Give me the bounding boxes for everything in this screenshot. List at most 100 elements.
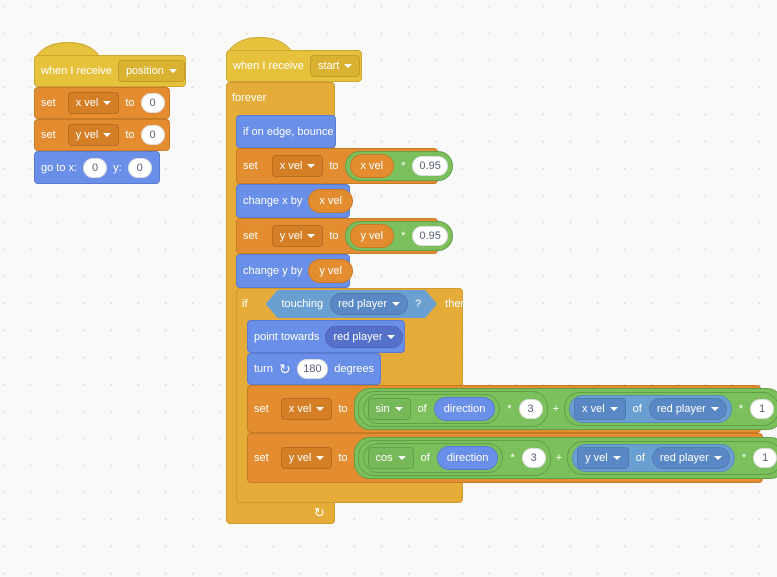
plus-label: + bbox=[552, 403, 560, 415]
sensing-of-reporter[interactable]: x vel of red player bbox=[569, 395, 732, 423]
sprite-dropdown[interactable]: red player bbox=[651, 447, 730, 469]
message-dropdown[interactable]: start bbox=[309, 55, 361, 77]
chevron-down-icon bbox=[713, 456, 722, 460]
touching-condition[interactable]: touching red player ? bbox=[266, 290, 438, 318]
multiply-operator[interactable]: y vel of red player * 1 bbox=[567, 441, 777, 475]
chevron-down-icon bbox=[710, 407, 719, 411]
question-mark: ? bbox=[415, 298, 422, 310]
y-label: y: bbox=[113, 161, 122, 174]
set-x-vel-block[interactable]: set x vel to sin of direction * 3 + x ve… bbox=[247, 385, 777, 433]
then-label: then bbox=[445, 298, 467, 310]
forever-label: forever bbox=[232, 92, 267, 104]
math-function-reporter[interactable]: sin of direction bbox=[362, 394, 501, 424]
add-operator[interactable]: sin of direction * 3 + x vel of red play… bbox=[353, 388, 777, 430]
op-label: * bbox=[738, 403, 744, 415]
change-y-by-block[interactable]: change y by y vel bbox=[236, 254, 353, 288]
chevron-down-icon bbox=[392, 302, 400, 306]
set-label: set bbox=[41, 97, 56, 109]
multiply-operator[interactable]: y vel * 0.95 bbox=[344, 221, 453, 251]
variable-dropdown[interactable]: x vel bbox=[67, 92, 120, 114]
change-x-label: change x by bbox=[243, 195, 303, 207]
go-to-xy-block[interactable]: go to x: 0 y: 0 bbox=[34, 151, 160, 184]
set-y-vel-block[interactable]: set y vel to cos of direction * 3 + y ve… bbox=[247, 433, 777, 483]
factor-input[interactable]: 1 bbox=[753, 448, 777, 468]
variable-value: y vel bbox=[75, 129, 99, 141]
to-label: to bbox=[329, 160, 339, 172]
loop-arrow-icon: ↻ bbox=[314, 505, 325, 520]
op-label: * bbox=[741, 452, 747, 464]
attribute-dropdown[interactable]: x vel bbox=[574, 398, 626, 420]
variable-value: x vel bbox=[288, 403, 312, 415]
to-label: to bbox=[338, 403, 348, 415]
function-value: cos bbox=[375, 452, 393, 464]
factor-input[interactable]: 0.95 bbox=[412, 226, 448, 246]
factor-input[interactable]: 3 bbox=[521, 448, 546, 468]
variable-dropdown[interactable]: y vel bbox=[67, 124, 120, 146]
set-x-vel-block[interactable]: set x vel to x vel * 0.95 bbox=[236, 148, 453, 184]
variable-dropdown[interactable]: x vel bbox=[280, 398, 333, 420]
math-function-reporter[interactable]: cos of direction bbox=[362, 443, 504, 473]
variable-dropdown[interactable]: y vel bbox=[271, 225, 324, 247]
y-input[interactable]: 0 bbox=[127, 157, 152, 178]
variable-value: y vel bbox=[279, 230, 303, 242]
multiply-operator[interactable]: x vel of red player * 1 bbox=[564, 392, 777, 426]
turn-right-block[interactable]: turn ↻ 180 degrees bbox=[247, 353, 381, 385]
set-y-vel-block[interactable]: set y vel to 0 bbox=[34, 119, 170, 151]
function-value: sin bbox=[375, 403, 390, 415]
touching-target-dropdown[interactable]: red player bbox=[330, 293, 408, 315]
to-label: to bbox=[125, 97, 135, 109]
op-label: * bbox=[510, 452, 515, 464]
y-vel-reporter[interactable]: y vel bbox=[349, 224, 395, 248]
factor-input[interactable]: 1 bbox=[750, 399, 775, 419]
multiply-operator[interactable]: x vel * 0.95 bbox=[344, 151, 453, 181]
of-label: of bbox=[632, 403, 642, 415]
when-i-receive-start-block[interactable]: when I receive start bbox=[226, 37, 362, 82]
set-label: set bbox=[41, 129, 56, 141]
turn-label: turn bbox=[254, 363, 273, 375]
y-vel-reporter[interactable]: y vel bbox=[308, 259, 353, 283]
set-x-vel-block[interactable]: set x vel to 0 bbox=[34, 87, 170, 119]
variable-dropdown[interactable]: x vel bbox=[271, 155, 324, 177]
variable-value: x vel bbox=[75, 97, 99, 109]
chevron-down-icon bbox=[394, 407, 403, 411]
point-target-dropdown[interactable]: red player bbox=[325, 325, 404, 348]
value-input[interactable]: 0 bbox=[140, 125, 165, 145]
change-y-label: change y by bbox=[243, 265, 303, 277]
variable-dropdown[interactable]: y vel bbox=[280, 447, 333, 469]
if-on-edge-bounce-block[interactable]: if on edge, bounce bbox=[236, 115, 336, 148]
bounce-label: if on edge, bounce bbox=[243, 125, 334, 138]
factor-input[interactable]: 0.95 bbox=[412, 156, 448, 176]
multiply-operator[interactable]: sin of direction * 3 bbox=[357, 391, 548, 427]
chevron-down-icon bbox=[307, 164, 316, 168]
function-dropdown[interactable]: cos bbox=[367, 447, 414, 469]
op-label: * bbox=[507, 403, 512, 415]
chevron-down-icon bbox=[609, 407, 618, 411]
chevron-down-icon bbox=[387, 334, 396, 339]
direction-reporter[interactable]: direction bbox=[436, 446, 499, 470]
point-towards-block[interactable]: point towards red player bbox=[247, 320, 405, 353]
factor-input[interactable]: 3 bbox=[518, 399, 543, 419]
touching-label: touching bbox=[281, 298, 324, 310]
change-x-by-block[interactable]: change x by x vel bbox=[236, 184, 353, 218]
x-vel-reporter[interactable]: x vel bbox=[308, 189, 353, 213]
degrees-input[interactable]: 180 bbox=[296, 359, 329, 379]
set-label: set bbox=[243, 230, 258, 242]
sensing-of-reporter[interactable]: y vel of red player bbox=[572, 444, 735, 472]
message-dropdown[interactable]: position bbox=[117, 60, 185, 82]
add-operator[interactable]: cos of direction * 3 + y vel of red play… bbox=[353, 437, 777, 479]
function-dropdown[interactable]: sin bbox=[367, 398, 411, 420]
sprite-dropdown[interactable]: red player bbox=[648, 398, 727, 420]
if-header: if touching red player ? then bbox=[236, 289, 473, 319]
x-input[interactable]: 0 bbox=[83, 157, 108, 178]
x-vel-reporter[interactable]: x vel bbox=[349, 154, 395, 178]
set-y-vel-block[interactable]: set y vel to y vel * 0.95 bbox=[236, 218, 453, 254]
attribute-dropdown[interactable]: y vel bbox=[577, 447, 629, 469]
rotate-right-icon: ↻ bbox=[278, 361, 291, 377]
when-i-receive-position-block[interactable]: when I receive position bbox=[34, 42, 186, 87]
variable-value: x vel bbox=[279, 160, 303, 172]
goto-label: go to x: bbox=[41, 161, 78, 174]
chevron-down-icon bbox=[397, 456, 406, 460]
multiply-operator[interactable]: cos of direction * 3 bbox=[357, 440, 551, 476]
value-input[interactable]: 0 bbox=[140, 93, 165, 113]
direction-reporter[interactable]: direction bbox=[433, 397, 496, 421]
